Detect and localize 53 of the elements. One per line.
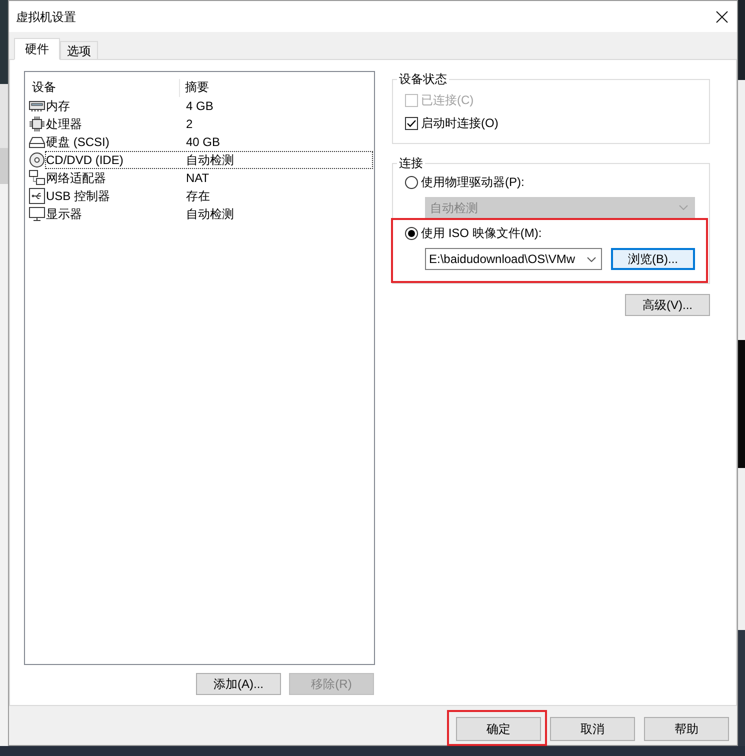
table-cell-text: 2 bbox=[185, 116, 193, 132]
radio-label: 使用 ISO 映像文件(M): bbox=[421, 225, 542, 241]
window-title: 虚拟机设置 bbox=[16, 8, 76, 24]
radio-button[interactable] bbox=[405, 176, 418, 188]
browse-button[interactable]: 浏览(B)... bbox=[611, 248, 695, 270]
table-cell-text: USB 控制器 bbox=[46, 188, 112, 204]
device-row[interactable]: 网络适配器 NAT bbox=[45, 169, 373, 187]
table-cell-text: 处理器 bbox=[46, 116, 83, 132]
dialog-button[interactable]: 帮助 bbox=[644, 717, 729, 741]
group-title: 连接 bbox=[398, 155, 424, 171]
device-row[interactable]: 显示器 自动检测 bbox=[45, 205, 373, 223]
table-cell-text: 自动检测 bbox=[185, 206, 234, 222]
file-path-combobox[interactable]: E:\baidudownload\OS\VMw bbox=[425, 248, 602, 270]
device-row[interactable]: 处理器 2 bbox=[45, 115, 373, 133]
table-cell-text: 40 GB bbox=[185, 134, 220, 150]
radio-label: 使用物理驱动器(P): bbox=[421, 174, 524, 190]
table-cell-text: 4 GB bbox=[185, 98, 214, 114]
drive-icon bbox=[29, 134, 45, 150]
checkbox[interactable] bbox=[405, 116, 418, 130]
close-icon bbox=[716, 10, 728, 22]
table-cell-text: 自动检测 bbox=[185, 152, 234, 168]
disc-icon bbox=[29, 152, 45, 168]
chip-icon bbox=[29, 116, 45, 132]
add-button[interactable]: 添加(A)... bbox=[196, 673, 281, 695]
device-row[interactable]: 硬盘 (SCSI) 40 GB bbox=[45, 133, 373, 151]
advanced-button[interactable]: 高级(V)... bbox=[625, 294, 710, 316]
table-cell-text: 硬盘 (SCSI) bbox=[46, 134, 110, 150]
usb-icon bbox=[29, 188, 45, 204]
chevron-down-icon bbox=[679, 205, 688, 210]
table-cell-text: NAT bbox=[185, 170, 210, 186]
column-header[interactable]: 摘要 bbox=[180, 79, 209, 97]
device-row[interactable]: 内存 4 GB bbox=[45, 97, 373, 115]
close-button[interactable] bbox=[715, 10, 729, 24]
device-row[interactable]: CD/DVD (IDE) 自动检测 bbox=[45, 151, 373, 169]
table-cell-text: 网络适配器 bbox=[46, 170, 107, 186]
device-row[interactable]: USB 控制器 存在 bbox=[45, 187, 373, 205]
column-header[interactable]: 设备 bbox=[25, 79, 180, 97]
network-icon bbox=[29, 170, 45, 186]
table-cell-text: CD/DVD (IDE) bbox=[46, 152, 124, 168]
dialog-button[interactable]: 取消 bbox=[550, 717, 635, 741]
chevron-down-icon bbox=[587, 256, 596, 262]
tab[interactable]: 选项 bbox=[60, 41, 98, 60]
checkbox-label: 启动时连接(O) bbox=[421, 115, 498, 131]
table-cell-text: 显示器 bbox=[46, 206, 83, 222]
table-cell-text: 内存 bbox=[46, 98, 71, 114]
memory-module-icon bbox=[29, 98, 45, 114]
dialog-button[interactable]: 确定 bbox=[456, 717, 541, 741]
checkbox-label: 已连接(C) bbox=[421, 92, 474, 108]
tab[interactable]: 硬件 bbox=[14, 38, 60, 60]
table-cell-text: 存在 bbox=[185, 188, 210, 204]
radio-button[interactable] bbox=[405, 226, 418, 240]
group-title: 设备状态 bbox=[398, 71, 448, 87]
monitor-icon bbox=[29, 206, 45, 222]
